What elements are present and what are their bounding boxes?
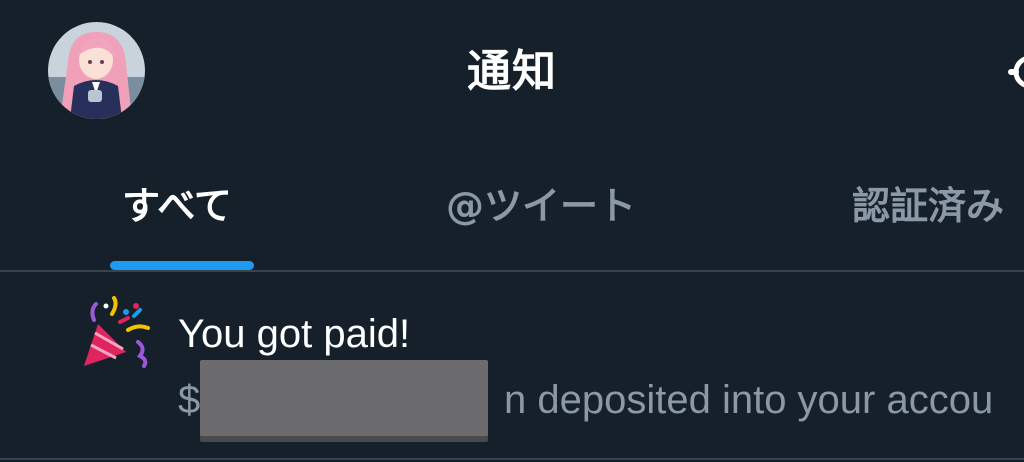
notification-body-suffix: n deposited into your accou [504,378,994,422]
selected-tab-indicator [110,261,254,270]
notifications-screen: 通知 すべて @ツイート 認証済み You got paid! $ n depo… [0,0,1024,462]
tab-all[interactable]: すべて [122,176,232,236]
notification-item[interactable]: You got paid! $ n deposited into your ac… [0,272,1024,462]
notification-body-prefix: $ [178,378,201,422]
redaction-block [200,360,488,436]
bottom-divider [0,458,1024,460]
tab-bar: すべて @ツイート 認証済み [0,142,1024,270]
tab-verified[interactable]: 認証済み [852,176,1004,236]
notification-title: You got paid! [178,312,411,356]
settings-gear-icon[interactable] [1008,50,1024,94]
tab-mentions[interactable]: @ツイート [446,176,636,236]
page-title: 通知 [467,46,557,97]
header: 通知 [0,0,1024,142]
party-popper-icon [78,296,154,370]
